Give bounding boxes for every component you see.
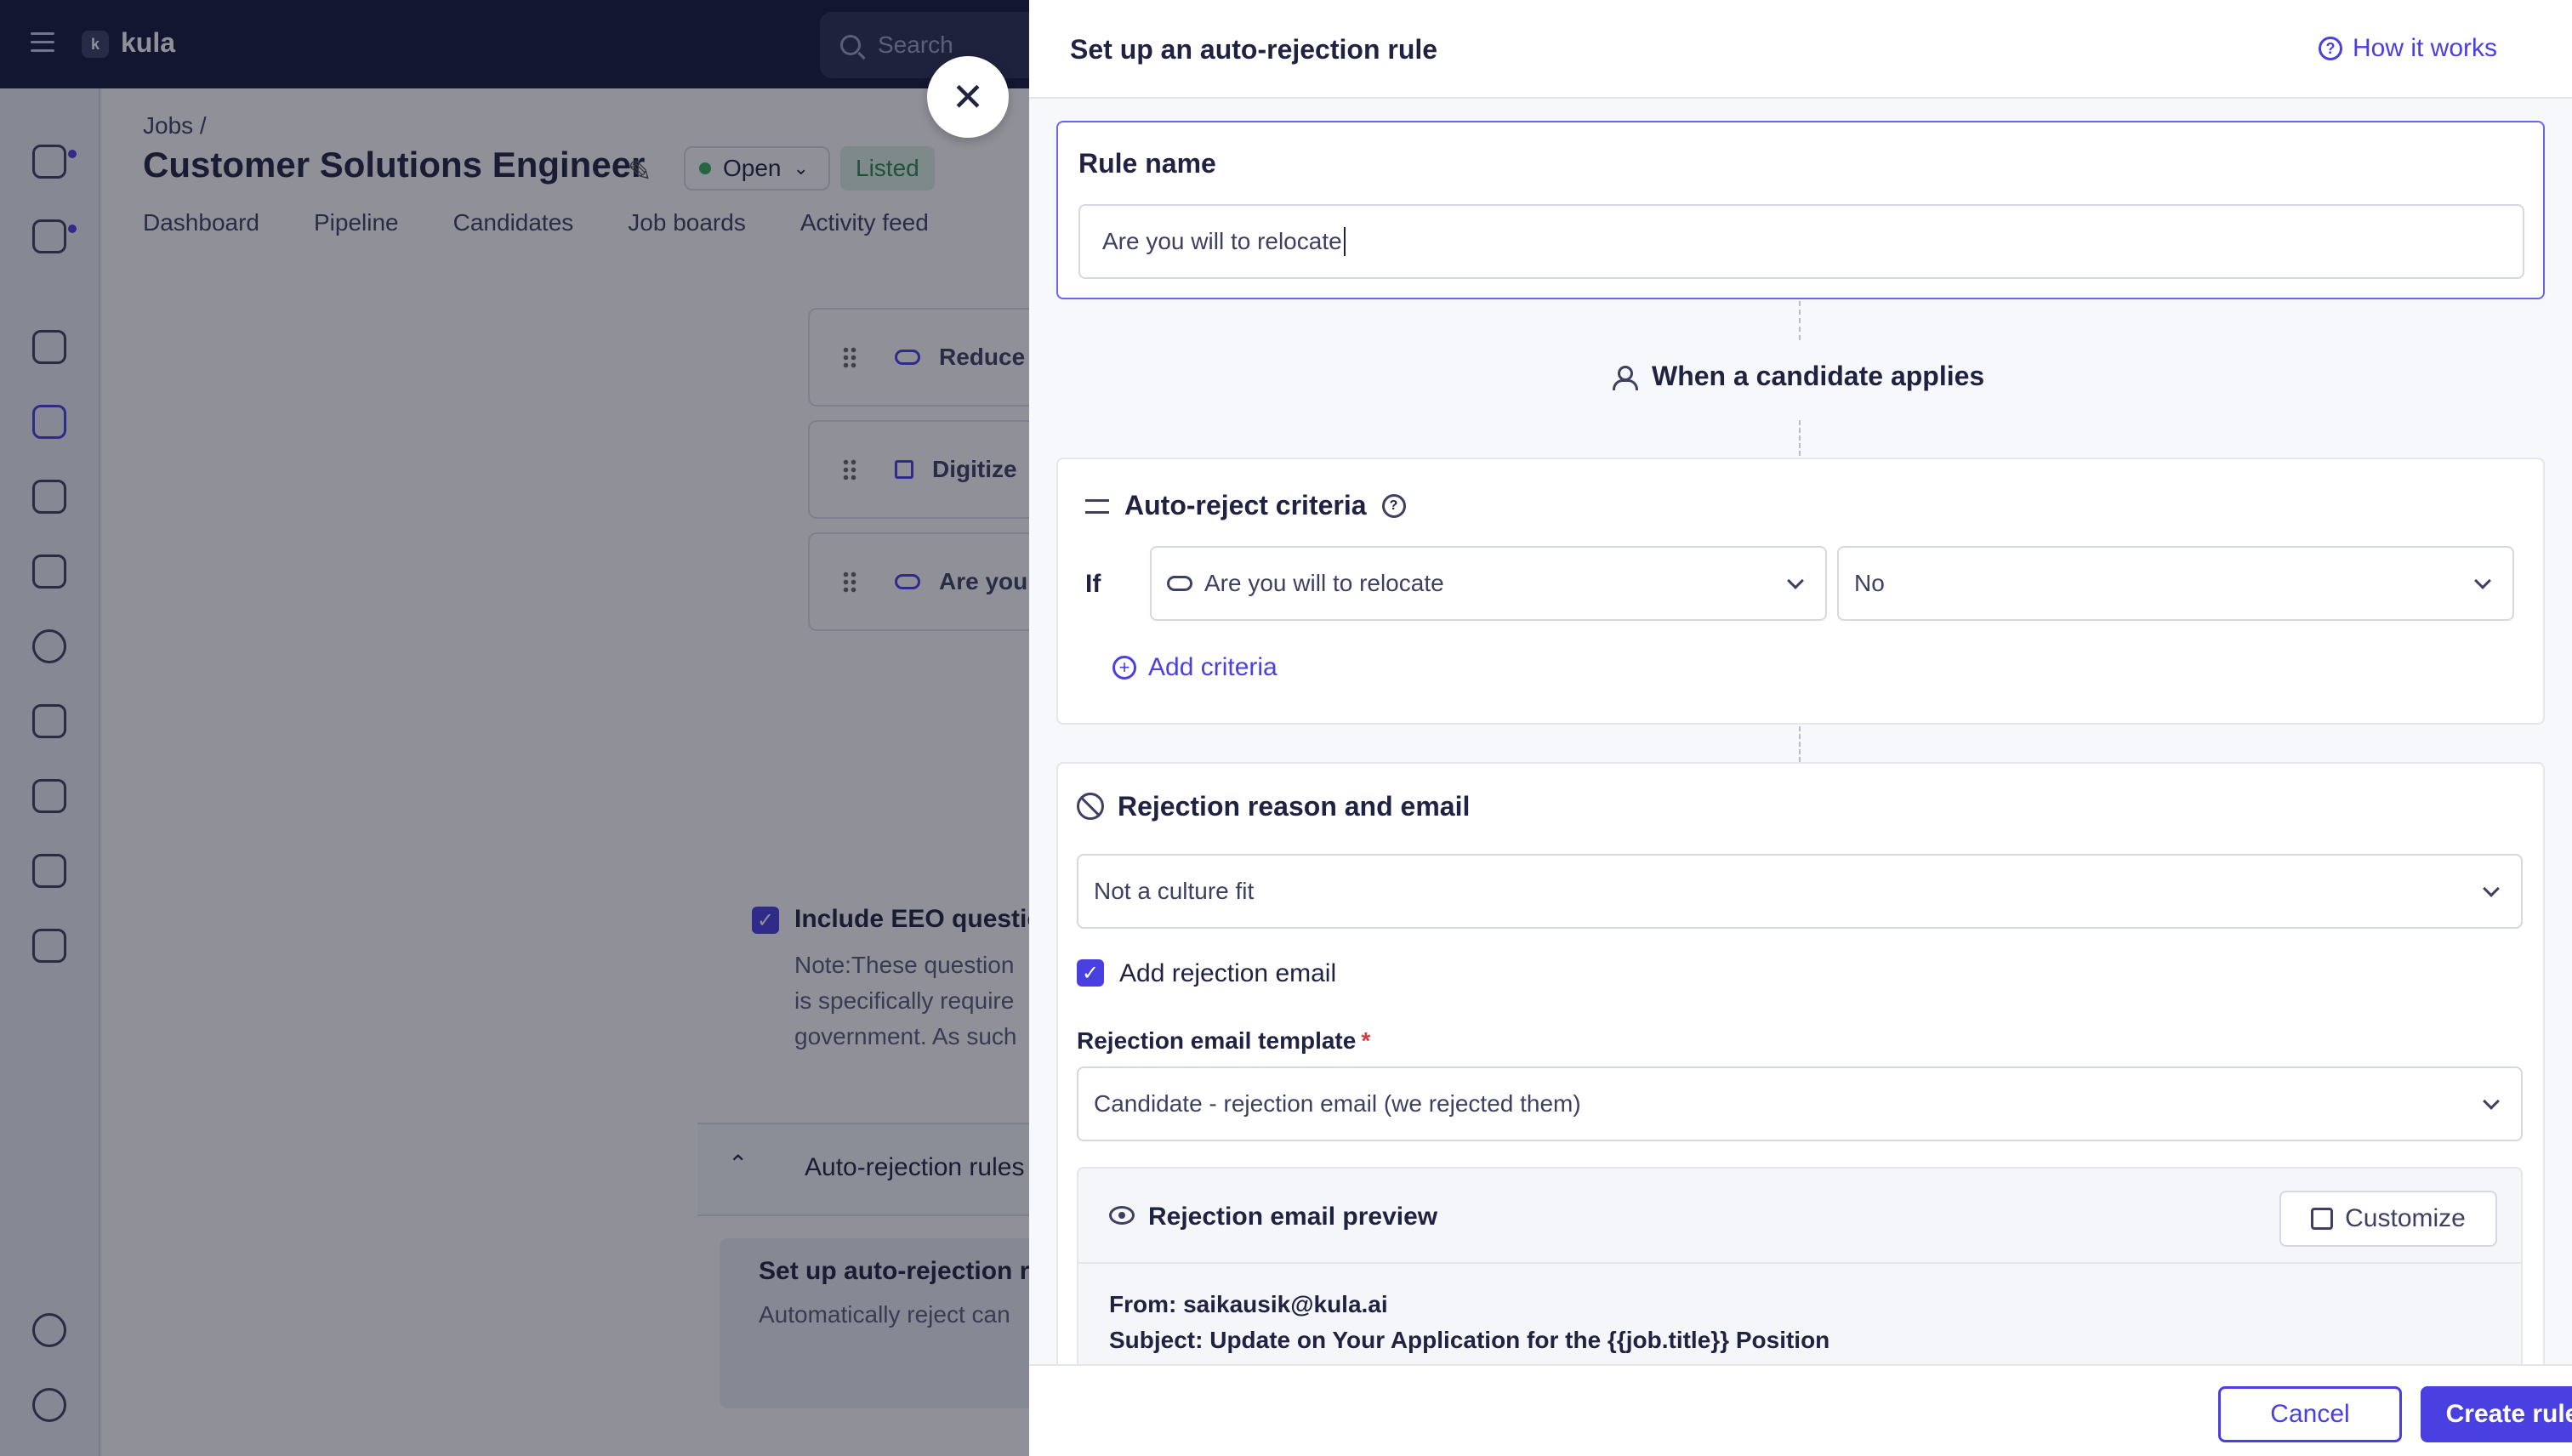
- auto-rejection-panel: Set up an auto-rejection rule ? How it w…: [1029, 0, 2572, 1456]
- trigger-row: When a candidate applies: [1613, 361, 1984, 392]
- criteria-title-text: Auto-reject criteria: [1124, 490, 1367, 520]
- add-rejection-email-checkbox[interactable]: ✓: [1077, 959, 1104, 987]
- flow-connector: [1799, 726, 1801, 762]
- rule-name-value: Are you will to relocate: [1102, 228, 1342, 254]
- panel-footer: Cancel Create rule: [1029, 1364, 2572, 1456]
- chevron-down-icon: [2483, 1093, 2500, 1110]
- rejection-reason-value: Not a culture fit: [1094, 878, 1255, 904]
- eye-icon: [1109, 1206, 1135, 1225]
- email-template-select[interactable]: Candidate - rejection email (we rejected…: [1077, 1066, 2523, 1141]
- criteria-question-select[interactable]: Are you will to relocate: [1150, 546, 1827, 621]
- add-rejection-email-label: Add rejection email: [1119, 959, 1337, 987]
- plus-circle-icon: +: [1112, 656, 1136, 680]
- criteria-answer-value: No: [1854, 570, 1885, 596]
- criteria-question-value: Are you will to relocate: [1204, 570, 1444, 596]
- email-subject: Subject: Update on Your Application for …: [1109, 1327, 1830, 1353]
- criteria-answer-select[interactable]: No: [1837, 546, 2514, 621]
- rejection-reason-select[interactable]: Not a culture fit: [1077, 854, 2523, 929]
- if-label: If: [1085, 570, 1101, 598]
- flow-connector: [1799, 420, 1801, 456]
- email-from: From: saikausik@kula.ai: [1109, 1291, 1388, 1317]
- rule-name-input[interactable]: Are you will to relocate: [1078, 204, 2524, 279]
- cancel-button[interactable]: Cancel: [2218, 1386, 2402, 1442]
- close-panel-button[interactable]: ✕: [927, 56, 1009, 138]
- template-label-text: Rejection email template: [1077, 1027, 1357, 1054]
- edit-icon: [2311, 1208, 2334, 1230]
- create-rule-button[interactable]: Create rule: [2421, 1386, 2572, 1442]
- rule-name-label: Rule name: [1078, 148, 1216, 179]
- template-label: Rejection email template *: [1077, 1027, 1370, 1055]
- help-circle-icon[interactable]: ?: [1381, 493, 1406, 518]
- add-criteria-button[interactable]: + Add criteria: [1112, 653, 1277, 682]
- rule-name-card: Rule name Are you will to relocate: [1056, 121, 2545, 299]
- criteria-title: Auto-reject criteria ?: [1124, 490, 1406, 521]
- ban-icon: [1077, 793, 1104, 820]
- email-template-value: Candidate - rejection email (we rejected…: [1094, 1090, 1581, 1117]
- chevron-down-icon: [1787, 572, 1804, 589]
- modal-overlay[interactable]: [0, 0, 1029, 1456]
- chevron-down-icon: [2474, 572, 2491, 589]
- sliders-icon: [1085, 497, 1109, 517]
- add-criteria-label: Add criteria: [1148, 653, 1277, 681]
- rejection-title: Rejection reason and email: [1118, 791, 1471, 822]
- how-it-works-label: How it works: [2353, 34, 2498, 62]
- customize-button[interactable]: Customize: [2279, 1191, 2497, 1247]
- panel-title: Set up an auto-rejection rule: [1070, 34, 1438, 65]
- email-preview-title: Rejection email preview: [1148, 1203, 1438, 1231]
- help-circle-icon: ?: [2319, 37, 2342, 60]
- flow-connector: [1799, 301, 1801, 340]
- link-icon: [1167, 576, 1192, 591]
- customize-label: Customize: [2345, 1204, 2466, 1232]
- chevron-down-icon: [2483, 880, 2500, 897]
- user-plus-icon: [1613, 364, 1638, 390]
- text-caret: [1343, 227, 1346, 256]
- required-marker: *: [1361, 1027, 1371, 1054]
- email-preview-header: Rejection email preview Customize: [1078, 1169, 2521, 1264]
- trigger-label: When a candidate applies: [1652, 361, 1985, 391]
- panel-header: Set up an auto-rejection rule ? How it w…: [1029, 0, 2572, 99]
- how-it-works-link[interactable]: ? How it works: [2319, 34, 2497, 63]
- close-icon: ✕: [951, 75, 985, 119]
